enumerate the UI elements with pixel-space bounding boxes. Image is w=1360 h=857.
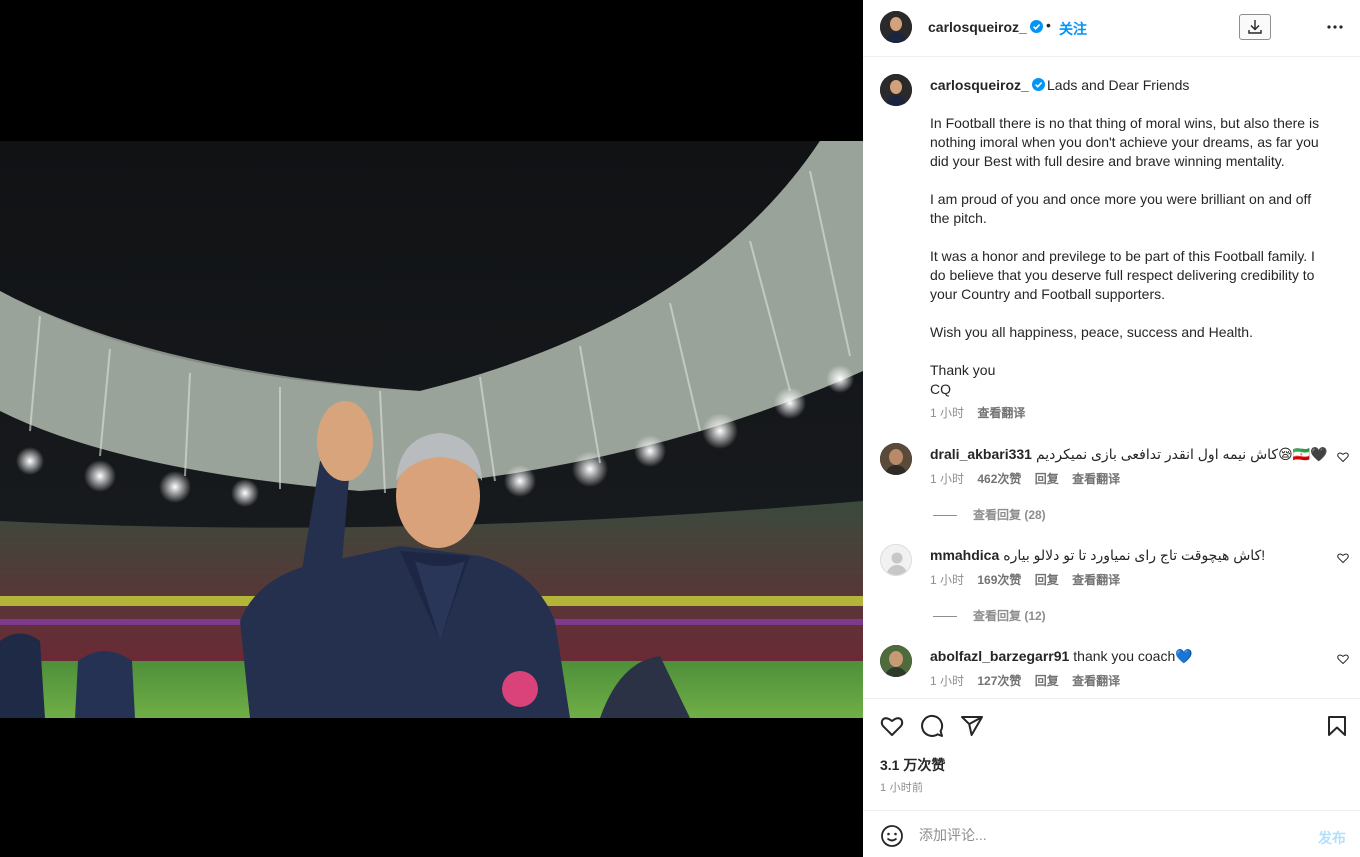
- view-replies-label[interactable]: 查看回复 (28): [973, 508, 1046, 522]
- comment-item: drali_akbari331 کاش نیمه اول انقدر تدافعی…: [863, 443, 1360, 533]
- comment-likes[interactable]: 462次赞: [977, 472, 1021, 486]
- share-icon[interactable]: [960, 714, 984, 738]
- comment-text: thank you coach💙: [1073, 648, 1193, 664]
- comment-meta: 1 小时 169次赞 回复 查看翻译: [930, 571, 1130, 588]
- stadium-photo: [0, 141, 863, 718]
- emoji-icon[interactable]: [880, 824, 904, 848]
- caption-headline: Lads and Dear Friends: [1047, 77, 1190, 93]
- likes-count[interactable]: 3.1 万次赞: [880, 755, 945, 775]
- comment-avatar[interactable]: [880, 645, 912, 677]
- comment-like-heart-icon[interactable]: [1337, 653, 1349, 665]
- comment-username[interactable]: drali_akbari331: [930, 446, 1032, 462]
- download-icon: [1248, 20, 1262, 34]
- more-horizontal-icon: [1327, 25, 1343, 29]
- comment-line: mmahdica کاش هیچوقت تاج رای نمیاورد تا تو…: [930, 547, 1265, 564]
- comment-avatar[interactable]: [880, 443, 912, 475]
- comment-likes[interactable]: 127次赞: [977, 674, 1021, 688]
- caption-paragraph: Thank you: [930, 362, 996, 378]
- caption-body: In Football there is no that thing of mo…: [930, 114, 1330, 399]
- comment-meta: 1 小时 462次赞 回复 查看翻译: [930, 470, 1130, 487]
- comment-translate-link[interactable]: 查看翻译: [1072, 674, 1120, 688]
- post-header: carlosqueiroz_ • 关注: [863, 0, 1360, 57]
- comment-translate-link[interactable]: 查看翻译: [1072, 472, 1120, 486]
- post-photo[interactable]: [0, 141, 863, 718]
- comment-username[interactable]: mmahdica: [930, 547, 999, 563]
- post-comment-button[interactable]: 发布: [1318, 828, 1346, 848]
- caption-paragraph: Wish you all happiness, peace, success a…: [930, 324, 1253, 340]
- header-separator: •: [1046, 17, 1051, 33]
- follow-button[interactable]: 关注: [1059, 19, 1087, 39]
- view-replies-button[interactable]: 查看回复 (12): [933, 607, 1046, 624]
- comment-username[interactable]: abolfazl_barzegarr91: [930, 648, 1069, 664]
- post-media: [0, 0, 863, 857]
- comment-reply-button[interactable]: 回复: [1035, 472, 1059, 486]
- author-username[interactable]: carlosqueiroz_: [928, 19, 1043, 35]
- caption-avatar[interactable]: [880, 74, 912, 106]
- comment-item: abolfazl_barzegarr91 thank you coach💙 1 小…: [863, 645, 1360, 698]
- post-time: 1 小时前: [880, 782, 924, 794]
- comment-time: 1 小时: [930, 573, 965, 587]
- comment-text: کاش هیچوقت تاج رای نمیاورد تا تو دلالو ب…: [1003, 547, 1266, 563]
- replies-divider: [933, 616, 957, 618]
- verified-badge-icon: [1029, 20, 1043, 33]
- comment-time: 1 小时: [930, 472, 965, 486]
- comment-item: mmahdica کاش هیچوقت تاج رای نمیاورد تا تو…: [863, 544, 1360, 634]
- verified-badge-icon: [1031, 78, 1045, 91]
- view-replies-button[interactable]: 查看回复 (28): [933, 506, 1046, 523]
- comment-reply-button[interactable]: 回复: [1035, 674, 1059, 688]
- comment-text: کاش نیمه اول انقدر تدافعی بازی نمیکردیم😪…: [1035, 446, 1328, 462]
- caption-username-text[interactable]: carlosqueiroz_: [930, 77, 1029, 93]
- comment-translate-link[interactable]: 查看翻译: [1072, 573, 1120, 587]
- download-button[interactable]: [1239, 14, 1271, 40]
- caption-paragraph: I am proud of you and once more you were…: [930, 191, 1312, 226]
- comment-avatar[interactable]: [880, 544, 912, 576]
- comment-line: abolfazl_barzegarr91 thank you coach💙: [930, 648, 1193, 665]
- more-options-button[interactable]: [1325, 18, 1345, 36]
- comment-like-heart-icon[interactable]: [1337, 552, 1349, 564]
- comment-line: drali_akbari331 کاش نیمه اول انقدر تدافعی…: [930, 446, 1328, 463]
- caption-paragraph: In Football there is no that thing of mo…: [930, 115, 1320, 169]
- comment-reply-button[interactable]: 回复: [1035, 573, 1059, 587]
- caption-translate-link[interactable]: 查看翻译: [977, 406, 1025, 420]
- author-username-text[interactable]: carlosqueiroz_: [928, 19, 1027, 35]
- caption-time: 1 小时: [930, 406, 965, 420]
- bookmark-icon[interactable]: [1325, 714, 1349, 738]
- heart-icon[interactable]: [880, 714, 904, 738]
- comment-time: 1 小时: [930, 674, 965, 688]
- post-actions: 3.1 万次赞 1 小时前: [863, 698, 1360, 810]
- author-avatar[interactable]: [880, 11, 912, 43]
- caption-username[interactable]: carlosqueiroz_: [930, 77, 1045, 93]
- replies-divider: [933, 515, 957, 517]
- comment-icon[interactable]: [920, 714, 944, 738]
- post-panel: carlosqueiroz_ • 关注 carlosqueiroz_ Lads …: [863, 0, 1360, 857]
- add-comment-bar: 发布: [863, 810, 1360, 857]
- comment-like-heart-icon[interactable]: [1337, 451, 1349, 463]
- caption-meta: 1 小时 查看翻译: [930, 404, 1035, 421]
- view-replies-label[interactable]: 查看回复 (12): [973, 609, 1046, 623]
- comments-list[interactable]: carlosqueiroz_ Lads and Dear Friends In …: [863, 58, 1360, 698]
- comment-input[interactable]: [919, 825, 1289, 845]
- caption-paragraph: CQ: [930, 381, 951, 397]
- comment-meta: 1 小时 127次赞 回复 查看翻译: [930, 672, 1130, 689]
- caption-paragraph: It was a honor and previlege to be part …: [930, 248, 1315, 302]
- comment-likes[interactable]: 169次赞: [977, 573, 1021, 587]
